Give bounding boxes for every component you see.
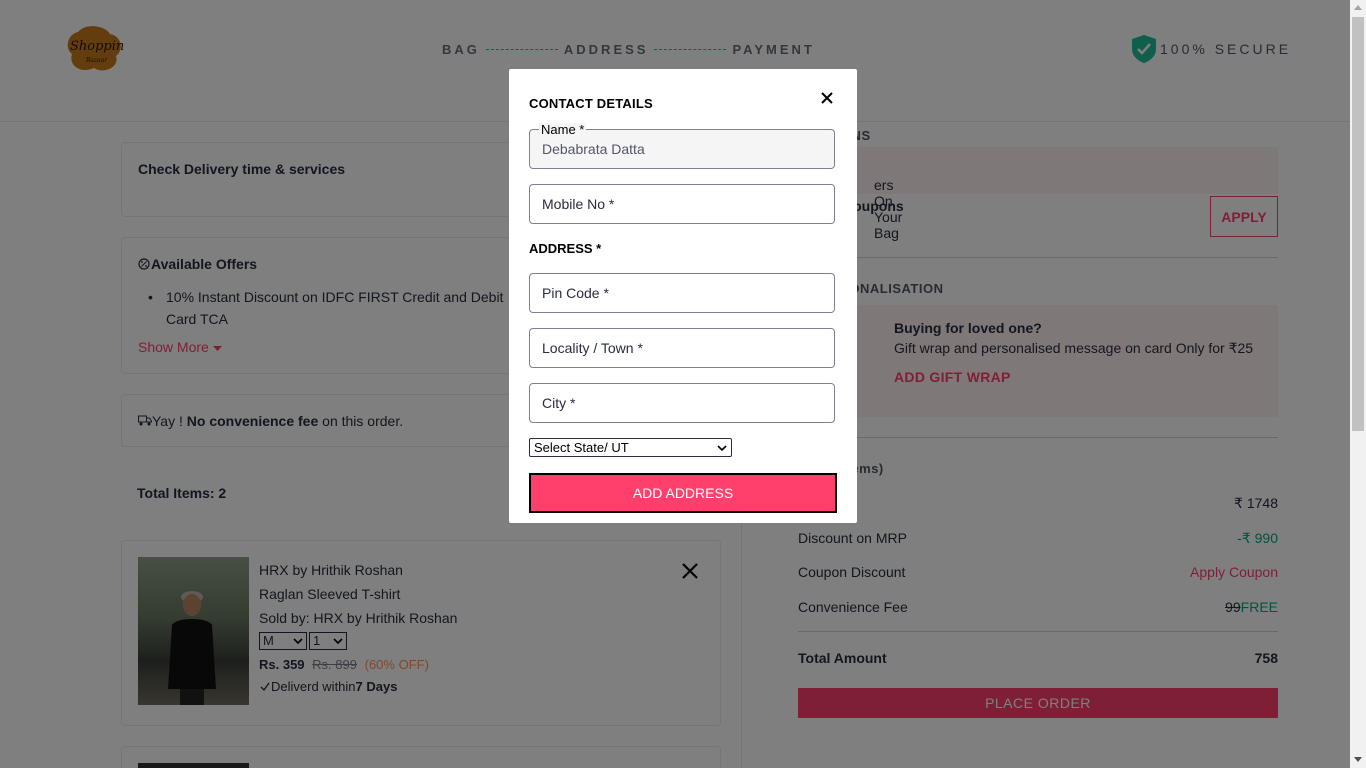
locality-field[interactable]: Locality / Town * [529,328,835,368]
state-select[interactable]: Select State/ UT [529,438,732,457]
scroll-down-arrow[interactable] [1354,757,1362,762]
close-icon [821,92,833,104]
add-address-button[interactable]: ADD ADDRESS [529,473,837,513]
mobile-field[interactable]: Mobile No * [529,184,835,224]
chevron-down-icon [717,444,727,451]
name-value: Debabrata Datta [542,141,645,157]
state-select-value: Select State/ UT [534,440,629,455]
mobile-placeholder: Mobile No * [542,196,615,212]
close-modal-button[interactable] [819,90,835,106]
scrollbar-thumb[interactable] [1352,17,1364,431]
page-scrollbar[interactable] [1350,0,1366,768]
name-legend: Name * [539,122,587,137]
locality-placeholder: Locality / Town * [542,340,643,356]
address-modal: CONTACT DETAILS Debabrata Datta Name * M… [509,69,857,523]
pin-code-placeholder: Pin Code * [542,285,609,301]
city-field[interactable]: City * [529,383,835,423]
contact-details-title: CONTACT DETAILS [529,96,653,111]
scroll-up-arrow[interactable] [1354,5,1362,10]
city-placeholder: City * [542,395,576,411]
address-title: ADDRESS * [529,241,602,256]
pin-code-field[interactable]: Pin Code * [529,273,835,313]
